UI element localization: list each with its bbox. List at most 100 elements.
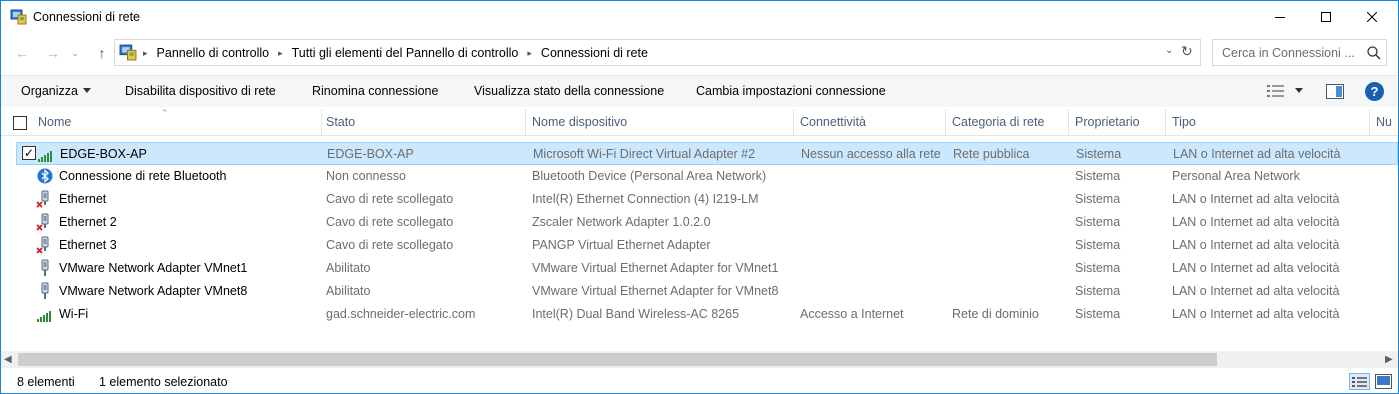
column-header-device[interactable]: Nome dispositivo	[526, 109, 794, 136]
list-item[interactable]: VMware Network Adapter VMnet8 Abilitato …	[1, 280, 1398, 303]
list-item[interactable]: Ethernet 3 Cavo di rete scollegato PANGP…	[1, 234, 1398, 257]
connection-name: VMware Network Adapter VMnet8	[59, 284, 248, 298]
up-button[interactable]: ↑	[92, 43, 112, 63]
connection-category: Rete pubblica	[953, 147, 1030, 161]
caret-down-icon[interactable]	[1295, 88, 1303, 93]
address-row: ← → ⌄ ↑ ▸ Pannello di controllo ▸ Tutti …	[1, 39, 1398, 67]
connection-owner: Sistema	[1075, 307, 1121, 321]
list-item[interactable]: Ethernet 2 Cavo di rete scollegato Zscal…	[1, 211, 1398, 234]
column-header-status[interactable]: Stato	[320, 109, 526, 136]
list-item[interactable]: ✓ EDGE-BOX-AP EDGE-BOX-AP Microsoft Wi-F…	[16, 142, 1398, 165]
chevron-down-icon: ⌄	[1165, 45, 1174, 56]
network-connections-window: Connessioni di rete ← → ⌄ ↑ ▸ Pannello d…	[0, 0, 1399, 394]
chevron-right-icon[interactable]: ▸	[527, 48, 532, 59]
maximize-icon	[1321, 12, 1331, 22]
list-item[interactable]: Ethernet Cavo di rete scollegato Intel(R…	[1, 188, 1398, 211]
change-settings-button[interactable]: Cambia impostazioni connessione	[696, 84, 886, 98]
arrow-left-icon: ←	[15, 45, 29, 61]
list-item[interactable]: VMware Network Adapter VMnet1 Abilitato …	[1, 257, 1398, 280]
column-header-owner[interactable]: Proprietario	[1069, 109, 1166, 136]
forward-button[interactable]: →	[43, 43, 63, 63]
list-item[interactable]: Wi-Fi gad.schneider-electric.com Intel(R…	[1, 303, 1398, 326]
scrollbar-thumb[interactable]	[18, 353, 1217, 366]
rename-connection-button[interactable]: Rinomina connessione	[312, 84, 438, 98]
connection-status: Non connesso	[326, 169, 406, 183]
select-all-checkbox[interactable]	[13, 116, 27, 130]
connection-connectivity: Nessun accesso alla rete	[801, 147, 941, 161]
column-header-type[interactable]: Tipo	[1166, 109, 1370, 136]
column-header-connectivity[interactable]: Connettività	[794, 109, 946, 136]
wifi-signal-icon	[38, 151, 52, 162]
close-icon	[1367, 12, 1377, 22]
column-header-extra[interactable]: Nu	[1370, 109, 1398, 136]
connection-name: Ethernet 2	[59, 215, 117, 229]
details-view-icon[interactable]	[1266, 83, 1286, 99]
disable-device-button[interactable]: Disabilita dispositivo di rete	[125, 84, 276, 98]
close-button[interactable]	[1349, 1, 1395, 33]
chevron-right-icon[interactable]: ▸	[143, 48, 148, 59]
breadcrumb-all-items[interactable]: Tutti gli elementi del Pannello di contr…	[292, 46, 519, 60]
connection-status: EDGE-BOX-AP	[327, 147, 414, 161]
connection-category: Rete di dominio	[952, 307, 1039, 321]
details-view-button[interactable]	[1349, 373, 1370, 390]
row-checkbox[interactable]: ✓	[22, 146, 36, 160]
window-title: Connessioni di rete	[33, 10, 141, 24]
column-header-device-label: Nome dispositivo	[532, 115, 628, 129]
item-count: 8 elementi	[17, 375, 75, 389]
breadcrumb-control-panel[interactable]: Pannello di controllo	[157, 46, 270, 60]
connection-status: Cavo di rete scollegato	[326, 215, 454, 229]
scroll-right-icon[interactable]: ▶	[1385, 354, 1393, 365]
wifi-signal-icon	[37, 311, 51, 322]
connection-owner: Sistema	[1075, 284, 1121, 298]
connection-status: Abilitato	[326, 261, 371, 275]
connection-type: LAN o Internet ad alta velocità	[1172, 215, 1340, 229]
chevron-right-icon[interactable]: ▸	[278, 48, 283, 59]
control-panel-network-icon	[119, 44, 137, 61]
horizontal-scrollbar[interactable]: ◀ ▶	[1, 351, 1398, 368]
address-dropdown-button[interactable]: ⌄	[1165, 45, 1179, 61]
connection-name: Wi-Fi	[59, 307, 89, 321]
column-header-connectivity-label: Connettività	[800, 115, 867, 129]
ethernet-disconnected-icon	[36, 190, 49, 208]
scroll-left-icon[interactable]: ◀	[4, 354, 12, 365]
search-input[interactable]: Cerca in Connessioni ...	[1212, 39, 1387, 66]
caret-down-icon[interactable]	[83, 88, 91, 93]
connection-type: LAN o Internet ad alta velocità	[1172, 261, 1340, 275]
help-button[interactable]: ?	[1365, 82, 1384, 101]
connection-name: Ethernet 3	[59, 238, 117, 252]
organize-menu[interactable]: Organizza	[21, 84, 78, 98]
refresh-button[interactable]: ↻	[1181, 43, 1199, 63]
title-bar: Connessioni di rete	[1, 1, 1398, 33]
refresh-icon: ↻	[1181, 43, 1193, 59]
details-view-icon	[1352, 377, 1367, 387]
back-button[interactable]: ←	[12, 43, 32, 63]
view-status-button[interactable]: Visualizza stato della connessione	[474, 84, 664, 98]
column-header-extra-label: Nu	[1376, 115, 1392, 129]
breadcrumb: ▸ Pannello di controllo ▸ Tutti gli elem…	[143, 46, 648, 60]
breadcrumb-network-connections[interactable]: Connessioni di rete	[541, 46, 648, 60]
connection-device: Zscaler Network Adapter 1.0.2.0	[532, 215, 711, 229]
connection-device: Intel(R) Ethernet Connection (4) I219-LM	[532, 192, 759, 206]
column-header-name[interactable]: Nome	[32, 109, 322, 136]
help-icon: ?	[1370, 84, 1379, 99]
search-icon[interactable]	[1366, 45, 1382, 61]
connection-status: Cavo di rete scollegato	[326, 192, 454, 206]
maximize-button[interactable]	[1303, 1, 1349, 33]
minimize-button[interactable]	[1257, 1, 1303, 33]
connection-device: PANGP Virtual Ethernet Adapter	[532, 238, 711, 252]
list-item[interactable]: Connessione di rete Bluetooth Non connes…	[1, 165, 1398, 188]
recent-locations-button[interactable]: ⌄	[69, 43, 81, 63]
address-bar[interactable]: ▸ Pannello di controllo ▸ Tutti gli elem…	[114, 39, 1201, 66]
ethernet-icon	[41, 282, 49, 299]
connection-status: Abilitato	[326, 284, 371, 298]
connection-type: LAN o Internet ad alta velocità	[1172, 284, 1340, 298]
large-icons-view-icon[interactable]	[1375, 374, 1392, 389]
arrow-right-icon: →	[46, 45, 60, 61]
column-header-name-label: Nome	[38, 115, 72, 129]
status-bar: 8 elementi 1 elemento selezionato	[1, 371, 1398, 393]
connection-name: VMware Network Adapter VMnet1	[59, 261, 248, 275]
preview-pane-icon[interactable]	[1326, 84, 1344, 99]
column-header-status-label: Stato	[326, 115, 356, 129]
column-header-category[interactable]: Categoria di rete	[946, 109, 1069, 136]
arrow-up-icon: ↑	[98, 45, 106, 61]
